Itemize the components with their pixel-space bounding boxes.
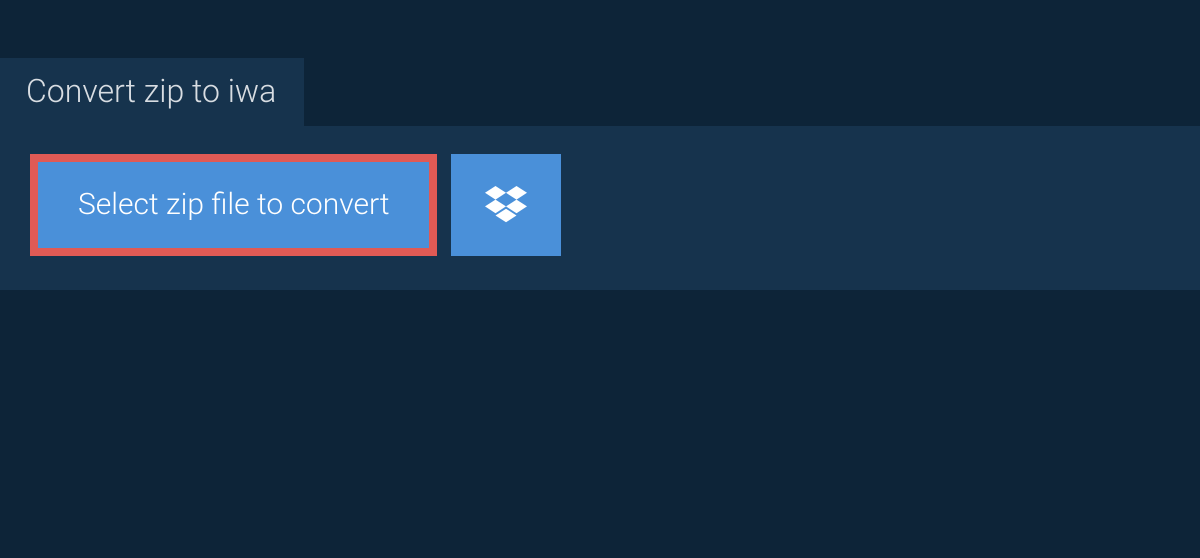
dropbox-icon [485, 186, 527, 224]
select-file-label: Select zip file to convert [78, 190, 389, 220]
select-file-button[interactable]: Select zip file to convert [30, 154, 437, 256]
tab-title: Convert zip to iwa [26, 72, 276, 110]
button-row: Select zip file to convert [30, 154, 1170, 256]
dropbox-button[interactable] [451, 154, 561, 256]
content-panel: Select zip file to convert [0, 126, 1200, 290]
conversion-tab[interactable]: Convert zip to iwa [0, 58, 304, 126]
